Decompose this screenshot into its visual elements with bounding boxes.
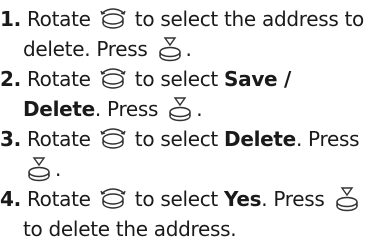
rotate-knob-icon bbox=[98, 5, 128, 31]
step-1-number: 1. bbox=[0, 7, 21, 31]
step-4-line-1: 4. Rotate to select Yes. Press bbox=[0, 184, 363, 214]
press-knob-icon bbox=[165, 95, 195, 122]
step-2-text-b: to select bbox=[128, 67, 225, 91]
step-3-text-c: . Press bbox=[295, 127, 360, 151]
step-2-text-d: . bbox=[196, 97, 203, 121]
step-2-line-1: 2. Rotate to select Save / bbox=[0, 64, 291, 94]
step-3-line-1: 3. Rotate to select Delete. Press bbox=[0, 124, 360, 154]
step-4-line-2: to delete the address. bbox=[23, 214, 237, 244]
step-1-text-c: delete. Press bbox=[23, 37, 154, 61]
step-3-bold-delete: Delete bbox=[224, 127, 296, 151]
step-3-line-2: . bbox=[23, 154, 61, 184]
step-4-text-c: . Press bbox=[261, 187, 331, 211]
press-knob-icon bbox=[24, 155, 54, 182]
step-1-line-2: delete. Press . bbox=[23, 34, 192, 64]
step-2-line-2: Delete. Press . bbox=[23, 94, 203, 124]
step-4-text-b: to select bbox=[128, 187, 225, 211]
step-2-bold-delete: Delete bbox=[23, 97, 95, 121]
step-4-text-a: Rotate bbox=[26, 187, 97, 211]
step-1-text-d: . bbox=[185, 37, 192, 61]
instruction-steps: 1. Rotate to select the address to delet… bbox=[0, 0, 386, 243]
step-1-line-1: 1. Rotate to select the address to bbox=[0, 4, 364, 34]
step-2-number: 2. bbox=[0, 67, 21, 91]
rotate-knob-icon bbox=[98, 125, 128, 151]
press-knob-icon bbox=[332, 185, 362, 212]
step-3-text-a: Rotate bbox=[26, 127, 97, 151]
step-3-text-b: to select bbox=[128, 127, 225, 151]
step-4-number: 4. bbox=[0, 187, 21, 211]
step-2-text-c: . Press bbox=[94, 97, 165, 121]
step-1-text-a: Rotate bbox=[26, 7, 97, 31]
step-4-bold-yes: Yes bbox=[224, 187, 262, 211]
press-knob-icon bbox=[155, 35, 185, 62]
step-3-number: 3. bbox=[0, 127, 21, 151]
step-2-text-a: Rotate bbox=[26, 67, 97, 91]
step-4-text-d: to delete the address. bbox=[23, 217, 237, 241]
step-3-text-d: . bbox=[55, 157, 62, 181]
rotate-knob-icon bbox=[98, 65, 128, 91]
step-1-text-b: to select the address to bbox=[128, 7, 365, 31]
step-2-bold-save: Save / bbox=[224, 67, 291, 91]
rotate-knob-icon bbox=[98, 185, 128, 211]
